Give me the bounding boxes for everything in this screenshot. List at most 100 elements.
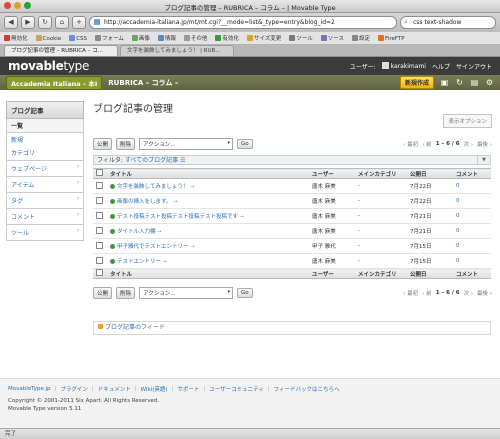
sidebar-item-assets[interactable]: アイテム [6, 177, 84, 193]
tab-post[interactable]: 文字を装飾してみましょう！ | RUB... [120, 45, 234, 56]
new-button[interactable]: 新規作成 [399, 76, 434, 89]
select-all-checkbox-bottom[interactable] [93, 268, 107, 279]
bookmark-item[interactable]: サイズ変更 [246, 34, 281, 42]
view-entry-icon[interactable]: → [240, 214, 244, 220]
pager-next-bottom[interactable]: 次 › [464, 289, 473, 297]
view-entry-icon[interactable]: → [190, 244, 194, 250]
back-button[interactable]: ◀ [4, 16, 18, 29]
row-checkbox[interactable] [93, 208, 107, 224]
sidebar-item-list[interactable]: 一覧 [6, 119, 84, 133]
pager-next[interactable]: 次 › [464, 140, 473, 148]
pager-first-bottom[interactable]: ‹ 最初 [403, 289, 418, 297]
entry-title-link[interactable]: テスト投稿テスト投稿テスト投稿テスト投稿です [117, 214, 238, 220]
search-field[interactable]: css text-shadow [400, 16, 496, 29]
bookmark-item[interactable]: その他 [183, 34, 207, 42]
user-link[interactable]: karakimami [381, 62, 426, 70]
footer-link[interactable]: Wiki(英語) [141, 385, 168, 393]
row-checkbox[interactable] [93, 178, 107, 194]
delete-button[interactable]: 削除 [116, 138, 136, 150]
publish-button[interactable]: 公開 [93, 138, 113, 150]
bookmark-item[interactable]: ツール [289, 34, 313, 42]
view-entry-icon[interactable]: → [157, 229, 161, 235]
delete-button-bottom[interactable]: 削除 [116, 287, 136, 299]
bookmark-item[interactable]: 画像 [131, 34, 150, 42]
sidebar-item-tags[interactable]: タグ [6, 193, 84, 209]
rss-icon[interactable]: ▤ [470, 78, 479, 87]
row-checkbox[interactable] [93, 238, 107, 254]
row-comments[interactable]: 0 [453, 223, 491, 239]
row-comments[interactable]: 0 [453, 253, 491, 269]
reload-button[interactable]: ↻ [38, 16, 52, 29]
column-comments[interactable]: コメント [453, 168, 491, 179]
row-comments[interactable]: 0 [453, 193, 491, 209]
footer-link[interactable]: サポート [177, 385, 199, 393]
signout-link[interactable]: サインアウト [456, 62, 492, 71]
forward-button[interactable]: ▶ [21, 16, 35, 29]
sidebar-head-entries[interactable]: ブログ記事 [6, 101, 84, 119]
column-category[interactable]: メインカテゴリ [355, 168, 407, 179]
settings-icon[interactable]: ⚙ [485, 78, 494, 87]
footer-link[interactable]: プラグイン [60, 385, 88, 393]
sidebar-item-webpages[interactable]: ウェブページ [6, 161, 84, 177]
row-comments[interactable]: 0 [453, 208, 491, 224]
entry-title-link[interactable]: 文字を装飾してみましょう！ [117, 184, 188, 190]
pager-prev-bottom[interactable]: ‹ 前 [422, 289, 431, 297]
footer-link[interactable]: ユーザーコミュニティ [209, 385, 264, 393]
bookmark-item[interactable]: 情報 [157, 34, 176, 42]
filter-dropdown-icon[interactable]: ▼ [477, 156, 490, 165]
sidebar-item-tools[interactable]: ツール [6, 225, 84, 241]
bookmark-item[interactable]: フォーム [95, 34, 124, 42]
feed-link[interactable]: ブログ記事のフィード [105, 324, 165, 331]
publish-button-bottom[interactable]: 公開 [93, 287, 113, 299]
entry-title-link[interactable]: 画像の挿入をします。 [117, 199, 171, 205]
filter-icon[interactable]: ☰ [180, 157, 185, 164]
home-button[interactable]: ⌂ [55, 16, 69, 29]
pager-prev[interactable]: ‹ 前 [422, 140, 431, 148]
sidebar-item-comments[interactable]: コメント [6, 209, 84, 225]
row-checkbox[interactable] [93, 193, 107, 209]
bookmark-item[interactable]: 有効化 [215, 34, 239, 42]
tab-entries[interactable]: ブログ記事の管理 – RUBRICA – コ... [4, 45, 118, 56]
pager-last-bottom[interactable]: 最後 › [477, 289, 492, 297]
column-title[interactable]: タイトル [107, 168, 309, 179]
display-options-button[interactable]: 表示オプション [443, 114, 492, 128]
row-checkbox[interactable] [93, 253, 107, 269]
add-bookmark-button[interactable]: + [72, 16, 86, 29]
entry-title-link[interactable]: テストエントリー [117, 259, 161, 265]
view-entry-icon[interactable]: → [190, 184, 194, 190]
footer-link[interactable]: フィードバックはこちらへ [274, 385, 340, 393]
bookmark-item[interactable]: ソース [320, 34, 344, 42]
sidebar-item-new[interactable]: 新規 [6, 133, 84, 146]
refresh-icon[interactable]: ↻ [455, 78, 464, 87]
row-comments[interactable]: 0 [453, 178, 491, 194]
entry-title-link[interactable]: 甲子雅代でテストエントリー [117, 244, 189, 250]
filter-value[interactable]: すべてのブログ記事 [125, 157, 178, 164]
pager-last[interactable]: 最後 › [477, 140, 492, 148]
bookmark-item[interactable]: 設定 [352, 34, 370, 42]
footer-link[interactable]: MovableType.jp [8, 386, 51, 392]
bookmark-item[interactable]: 無効化 [4, 34, 28, 42]
view-entry-icon[interactable]: → [163, 259, 167, 265]
action-select-bottom[interactable]: アクション... [139, 287, 234, 299]
action-select[interactable]: アクション... [139, 138, 234, 150]
help-link[interactable]: ヘルプ [432, 62, 450, 71]
mt-logo[interactable]: movabletype [8, 59, 89, 73]
view-entry-icon[interactable]: → [173, 199, 177, 205]
entry-title-link[interactable]: タイトル入力欄 [117, 229, 156, 235]
sidebar-item-category[interactable]: カテゴリ [6, 146, 84, 161]
go-button-bottom[interactable]: Go [237, 288, 253, 298]
view-site-icon[interactable]: ▣ [440, 78, 449, 87]
site-selector[interactable]: Accademia Italiana – 本Ⅰ [6, 75, 103, 90]
select-all-checkbox[interactable] [93, 168, 107, 179]
footer-link[interactable]: ドキュメント [98, 385, 131, 393]
column-user[interactable]: ユーザー [309, 168, 355, 179]
url-bar[interactable]: http://accademia-italiana.jp/mt/mt.cgi?_… [89, 16, 397, 29]
bookmark-item[interactable]: FireFTP [378, 34, 405, 42]
column-date[interactable]: 公開日 [407, 168, 453, 179]
pager-first[interactable]: ‹ 最初 [403, 140, 418, 148]
bookmark-item[interactable]: Cookie [35, 34, 61, 42]
go-button[interactable]: Go [237, 139, 253, 149]
row-checkbox[interactable] [93, 223, 107, 239]
row-comments[interactable]: 0 [453, 238, 491, 254]
blog-name[interactable]: RUBRICA – コラム – [108, 78, 394, 88]
